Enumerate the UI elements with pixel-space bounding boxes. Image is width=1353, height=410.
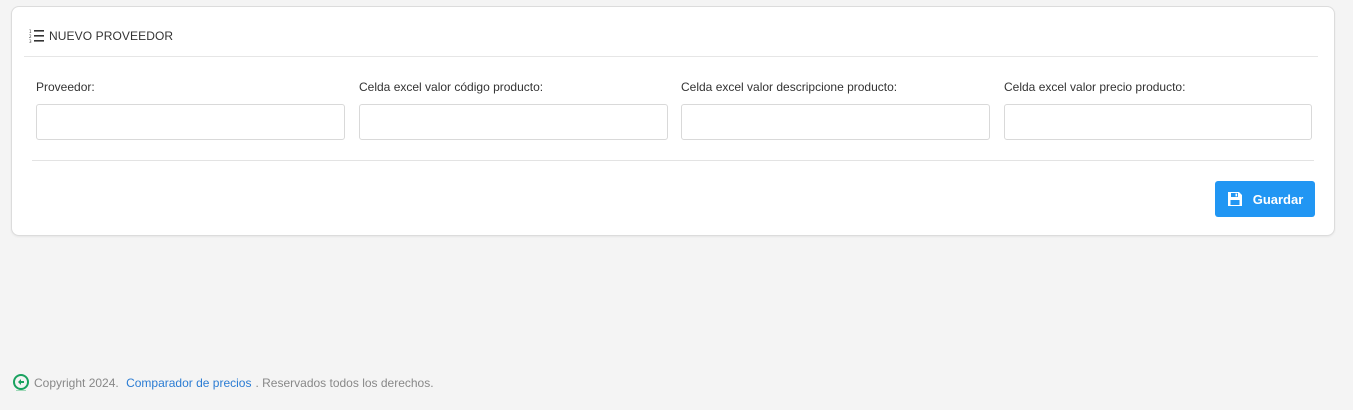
field-descripcion-producto: Celda excel valor descripcione producto: — [681, 79, 990, 140]
codigo-producto-label: Celda excel valor código producto: — [359, 80, 544, 94]
floppy-disk-icon — [1227, 191, 1243, 207]
list-icon: 1 2 3 — [29, 28, 45, 44]
form-divider — [32, 160, 1314, 161]
company-link[interactable]: Comparador de precios — [126, 376, 251, 390]
card-title: NUEVO PROVEEDOR — [49, 29, 174, 43]
brand-logo-icon — [12, 374, 30, 392]
card-header: 1 2 3 NUEVO PROVEEDOR — [29, 27, 173, 45]
descripcion-producto-input[interactable] — [681, 104, 990, 140]
rights-text: . Reservados todos los derechos. — [255, 376, 434, 390]
copyright-text: Copyright 2024. — [34, 376, 123, 390]
footer: Copyright 2024. Comparador de precios . R… — [12, 374, 434, 392]
proveedor-input[interactable] — [36, 104, 345, 140]
new-supplier-card: 1 2 3 NUEVO PROVEEDOR Proveedor: Celda e… — [11, 6, 1335, 236]
save-button-label: Guardar — [1252, 191, 1304, 207]
proveedor-label: Proveedor: — [36, 80, 95, 94]
field-precio-producto: Celda excel valor precio producto: — [1004, 79, 1313, 140]
field-codigo-producto: Celda excel valor código producto: — [359, 79, 668, 140]
svg-text:3: 3 — [29, 39, 32, 44]
precio-producto-label: Celda excel valor precio producto: — [1004, 80, 1186, 94]
precio-producto-input[interactable] — [1004, 104, 1312, 140]
descripcion-producto-label: Celda excel valor descripcione producto: — [681, 80, 898, 94]
field-proveedor: Proveedor: — [36, 79, 345, 140]
save-button[interactable]: Guardar — [1215, 181, 1315, 217]
header-divider — [24, 56, 1318, 57]
codigo-producto-input[interactable] — [359, 104, 668, 140]
